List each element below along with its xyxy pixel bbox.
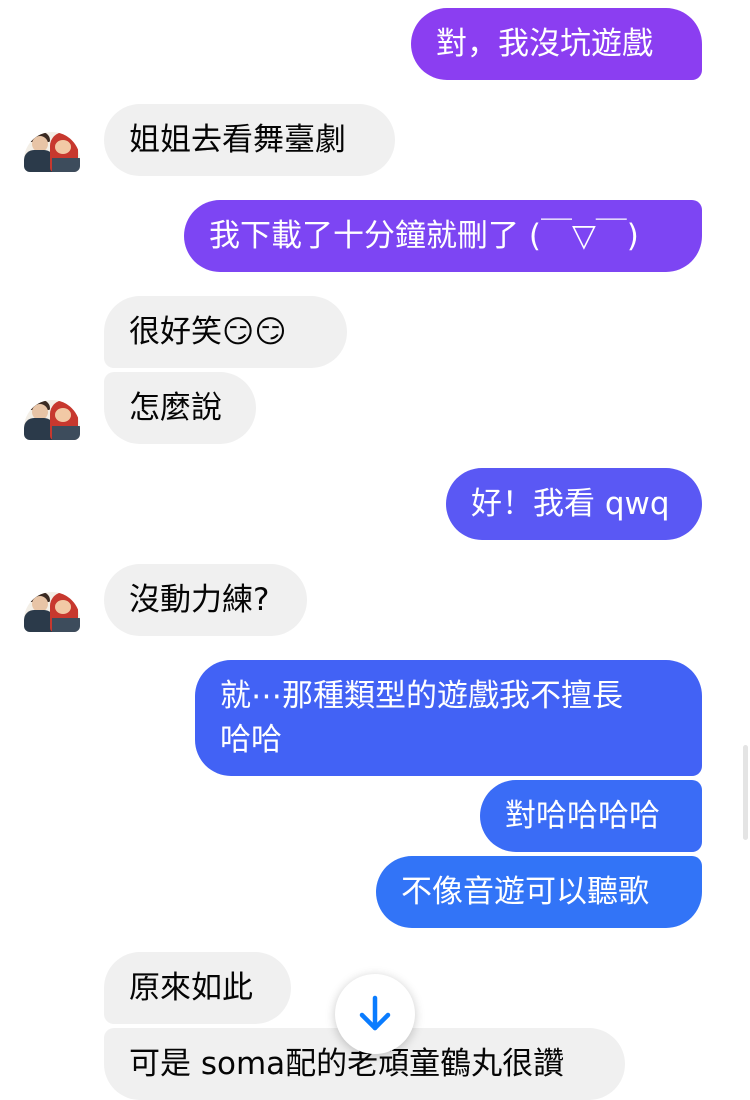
message-bubble-received[interactable]: 姐姐去看舞臺劇 — [104, 104, 395, 176]
scrollbar[interactable] — [743, 745, 748, 840]
message-bubble-sent[interactable]: 對，我沒坑遊戲 — [411, 8, 702, 80]
contact-avatar[interactable] — [24, 592, 80, 632]
message-bubble-sent[interactable]: 就⋯那種類型的遊戲我不擅長 哈哈 — [195, 660, 702, 776]
message-bubble-received[interactable]: 很好笑😏😏 — [104, 296, 347, 368]
message-bubble-received[interactable]: 原來如此 — [104, 952, 291, 1024]
message-bubble-sent[interactable]: 我下載了十分鐘就刪了 (￣▽￣) — [184, 200, 702, 272]
contact-avatar[interactable] — [24, 132, 80, 172]
message-bubble-received[interactable]: 沒動力練? — [104, 564, 307, 636]
arrow-down-icon — [359, 995, 391, 1031]
message-bubble-sent[interactable]: 對哈哈哈哈 — [480, 780, 702, 852]
message-bubble-sent[interactable]: 好！我看 qwq — [446, 468, 702, 540]
contact-avatar[interactable] — [24, 400, 80, 440]
message-bubble-sent[interactable]: 不像音遊可以聽歌 — [376, 856, 702, 928]
scroll-to-bottom-button[interactable] — [335, 974, 415, 1054]
message-bubble-received[interactable]: 怎麼說 — [104, 372, 256, 444]
